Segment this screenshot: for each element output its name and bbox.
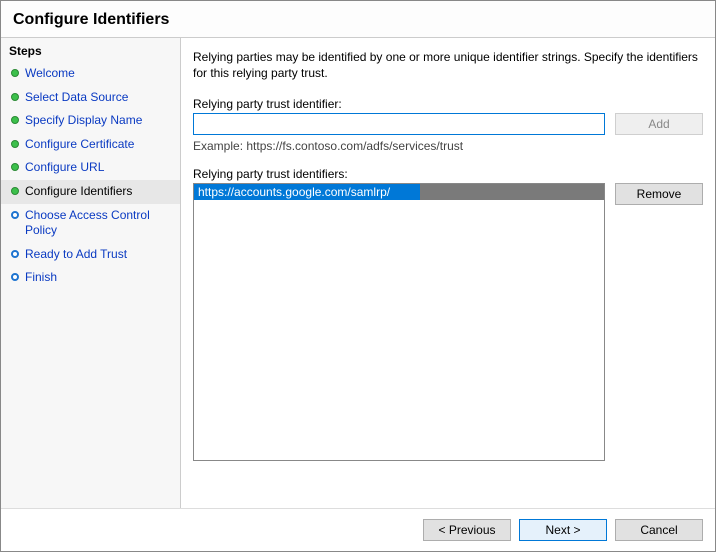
list-item-text: https://accounts.google.com/samlrp/: [198, 185, 390, 199]
wizard-footer: < Previous Next > Cancel: [1, 508, 715, 551]
step-item-4[interactable]: Configure URL: [1, 156, 180, 180]
identifier-listbox[interactable]: https://accounts.google.com/samlrp/: [193, 183, 605, 461]
step-label: Choose Access Control Policy: [25, 208, 172, 239]
step-item-1[interactable]: Select Data Source: [1, 86, 180, 110]
step-item-2[interactable]: Specify Display Name: [1, 109, 180, 133]
remove-button[interactable]: Remove: [615, 183, 703, 205]
next-button[interactable]: Next >: [519, 519, 607, 541]
step-item-0[interactable]: Welcome: [1, 62, 180, 86]
step-label: Select Data Source: [25, 90, 128, 106]
cancel-button[interactable]: Cancel: [615, 519, 703, 541]
step-bullet-icon: [11, 69, 19, 77]
step-label: Finish: [25, 270, 57, 286]
list-item[interactable]: https://accounts.google.com/samlrp/: [194, 184, 604, 200]
step-bullet-icon: [11, 163, 19, 171]
wizard-body: Steps Welcome Select Data Source Specify D…: [1, 38, 715, 508]
intro-text: Relying parties may be identified by one…: [193, 50, 703, 81]
step-label: Welcome: [25, 66, 75, 82]
steps-header: Steps: [1, 42, 180, 62]
step-label: Configure URL: [25, 160, 104, 176]
step-label: Ready to Add Trust: [25, 247, 127, 263]
page-title: Configure Identifiers: [1, 1, 715, 38]
step-item-3[interactable]: Configure Certificate: [1, 133, 180, 157]
identifier-list-row: https://accounts.google.com/samlrp/ Remo…: [193, 183, 703, 498]
identifier-input-row: Add: [193, 113, 703, 135]
step-bullet-icon: [11, 116, 19, 124]
steps-sidebar: Steps Welcome Select Data Source Specify D…: [1, 38, 181, 508]
add-button[interactable]: Add: [615, 113, 703, 135]
identifier-label: Relying party trust identifier:: [193, 97, 703, 111]
example-text: Example: https://fs.contoso.com/adfs/ser…: [193, 139, 703, 153]
identifier-input[interactable]: [193, 113, 605, 135]
step-item-6[interactable]: Choose Access Control Policy: [1, 204, 180, 243]
step-bullet-icon: [11, 187, 19, 195]
step-bullet-icon: [11, 211, 19, 219]
step-bullet-icon: [11, 250, 19, 258]
step-bullet-icon: [11, 93, 19, 101]
step-label: Configure Identifiers: [25, 184, 132, 200]
wizard-window: Configure Identifiers Steps Welcome Selec…: [0, 0, 716, 552]
previous-button[interactable]: < Previous: [423, 519, 511, 541]
step-item-8[interactable]: Finish: [1, 266, 180, 290]
step-bullet-icon: [11, 140, 19, 148]
step-item-5[interactable]: Configure Identifiers: [1, 180, 180, 204]
content-pane: Relying parties may be identified by one…: [181, 38, 715, 508]
step-bullet-icon: [11, 273, 19, 281]
step-label: Specify Display Name: [25, 113, 142, 129]
step-item-7[interactable]: Ready to Add Trust: [1, 243, 180, 267]
identifier-list-label: Relying party trust identifiers:: [193, 167, 703, 181]
step-label: Configure Certificate: [25, 137, 134, 153]
